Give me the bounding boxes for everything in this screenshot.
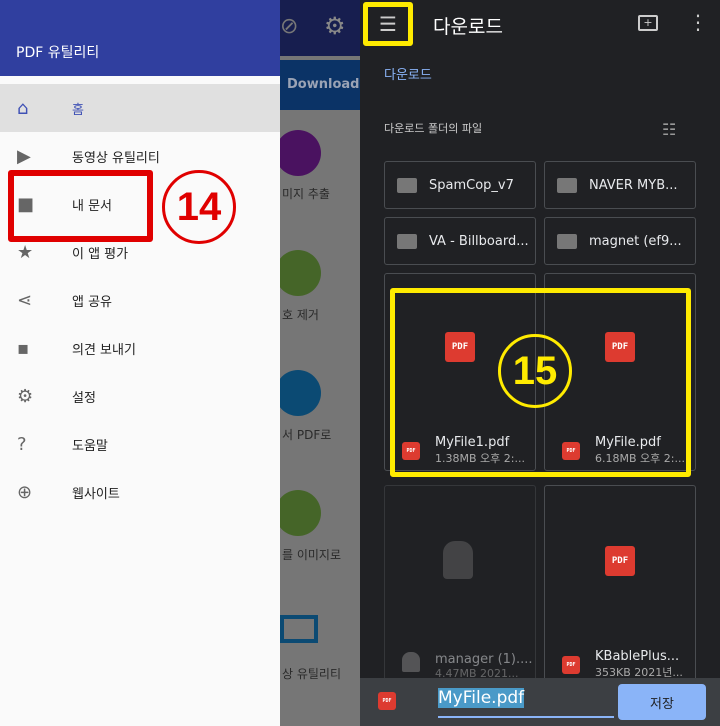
pdf-icon: PDF [378,692,396,710]
save-bar: PDF MyFile.pdf 저장 [360,678,720,726]
annotation-14: 14 [162,170,236,244]
item-label: 이 앱 평가 [72,246,129,262]
item-label: 웹사이트 [72,486,120,502]
drawer-item-website[interactable]: ⊕ 웹사이트 [0,468,280,516]
new-folder-icon[interactable]: + [638,15,658,31]
scan-icon [275,370,321,416]
picker-title: 다운로드 [433,16,503,38]
folder-name: magnet (ef9... [589,233,682,249]
android-icon [443,541,473,579]
folder-icon [397,177,417,193]
globe-icon: ⊕ [17,481,33,503]
folder-name: SpamCop_v7 [429,177,514,193]
filename-text: MyFile.pdf [438,688,525,708]
background-toolbar: ⊘ ⚙ [280,0,360,56]
breadcrumb[interactable]: 다운로드 [384,64,432,83]
item-label: 의견 보내기 [72,342,136,358]
gear-icon: ⚙ [324,12,346,40]
file-item-disabled: manager (1).... 4.47MB 2021... [384,485,536,685]
drawer-item-help[interactable]: ? 도움말 [0,420,280,468]
tool-label: 를 이미지로 [282,548,342,562]
annotation-box-red [8,170,153,242]
pdf-utility-app: ⊘ ⚙ Download 미지 추출 호 제거 서 PDF로 를 이미지로 상 유… [0,0,360,726]
hamburger-icon: ☰ [379,12,397,36]
video-icon: ▶ [17,145,31,167]
folder-icon [397,233,417,249]
pdf-icon: PDF [562,656,580,674]
item-label: 도움말 [72,438,108,454]
toolbar: ☰ 다운로드 + ⋮ [360,0,720,48]
tool-label: 호 제거 [282,308,319,322]
folder-item[interactable]: magnet (ef9... [544,217,696,265]
drawer-title: PDF 유틸리티 [0,0,280,76]
drawer-item-settings[interactable]: ⚙ 설정 [0,372,280,420]
save-button[interactable]: 저장 [618,684,706,720]
list-view-icon[interactable]: ☷ [662,120,676,139]
folder-item[interactable]: VA - Billboard... [384,217,536,265]
item-label: 홈 [72,102,84,118]
navigation-drawer: PDF 유틸리티 ⌂ 홈 ▶ 동영상 유틸리티 ■ 내 문서 ★ 이 앱 평가 ⋖ 앱 공… [0,0,280,726]
item-label: 동영상 유틸리티 [72,150,160,166]
file-item[interactable]: PDF PDF KBablePlus... 353KB 2021년... [544,485,696,685]
tool-label: 미지 추출 [282,187,330,201]
folder-name: VA - Billboard... [429,233,529,249]
home-icon: ⌂ [17,97,29,119]
unlock-icon [275,250,321,296]
background-app: ⊘ ⚙ Download 미지 추출 호 제거 서 PDF로 를 이미지로 상 유… [275,0,360,726]
image-icon [275,490,321,536]
share-icon: ⋖ [17,289,33,311]
pdf-icon: PDF [605,546,635,576]
file-name: KBablePlus... [595,649,680,664]
more-options-icon[interactable]: ⋮ [688,10,708,34]
drawer-item-share[interactable]: ⋖ 앱 공유 [0,276,280,324]
drawer-item-feedback[interactable]: ▪ 의견 보내기 [0,324,280,372]
feedback-icon: ▪ [17,337,30,359]
annotation-15: 15 [498,334,572,408]
folder-item[interactable]: NAVER MYB... [544,161,696,209]
block-icon: ⊘ [280,14,299,39]
help-icon: ? [17,433,27,455]
folder-item[interactable]: SpamCop_v7 [384,161,536,209]
item-label: 설정 [72,390,96,406]
folder-name: NAVER MYB... [589,177,678,193]
star-icon: ★ [17,241,34,263]
extract-image-icon [275,130,321,176]
section-header: 다운로드 폴더의 파일 [384,122,483,135]
folder-icon [557,177,577,193]
tool-label: 서 PDF로 [282,428,332,442]
tool-label: 상 유틸리티 [282,667,342,681]
gear-icon: ⚙ [17,385,34,407]
filename-input[interactable]: MyFile.pdf [438,688,614,718]
drawer-item-home[interactable]: ⌂ 홈 [0,84,280,132]
menu-button[interactable]: ☰ [363,2,413,46]
android-icon [402,652,420,672]
file-name: manager (1).... [435,652,533,667]
folder-icon [557,233,577,249]
video-icon [280,615,318,643]
item-label: 앱 공유 [72,294,113,310]
tab-download: Download [280,60,360,110]
